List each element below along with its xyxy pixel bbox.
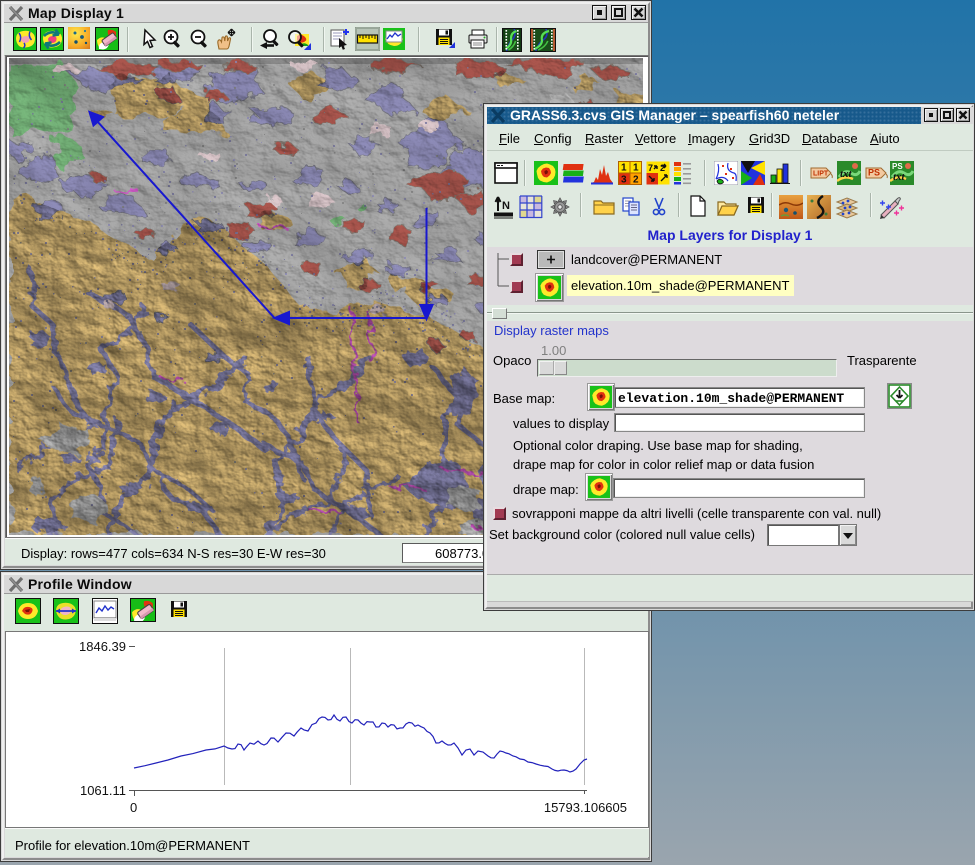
svg-text:1: 1 (621, 163, 627, 174)
svg-text:15793.106605: 15793.106605 (544, 800, 627, 815)
svg-text:1061.11: 1061.11 (80, 783, 126, 798)
svg-text:LIPT: LIPT (813, 171, 829, 178)
svg-text:2: 2 (633, 175, 639, 186)
svg-text:3: 3 (621, 175, 627, 186)
svg-text:1846.39: 1846.39 (79, 639, 126, 654)
svg-text:N: N (502, 200, 510, 212)
svg-text:txt: txt (893, 171, 906, 183)
svg-text:txt: txt (840, 168, 853, 180)
svg-text:0: 0 (130, 800, 137, 815)
svg-text:PS: PS (892, 162, 903, 171)
svg-text:1: 1 (633, 163, 639, 174)
svg-text:PS: PS (868, 168, 880, 178)
svg-text:7: 7 (648, 163, 653, 173)
